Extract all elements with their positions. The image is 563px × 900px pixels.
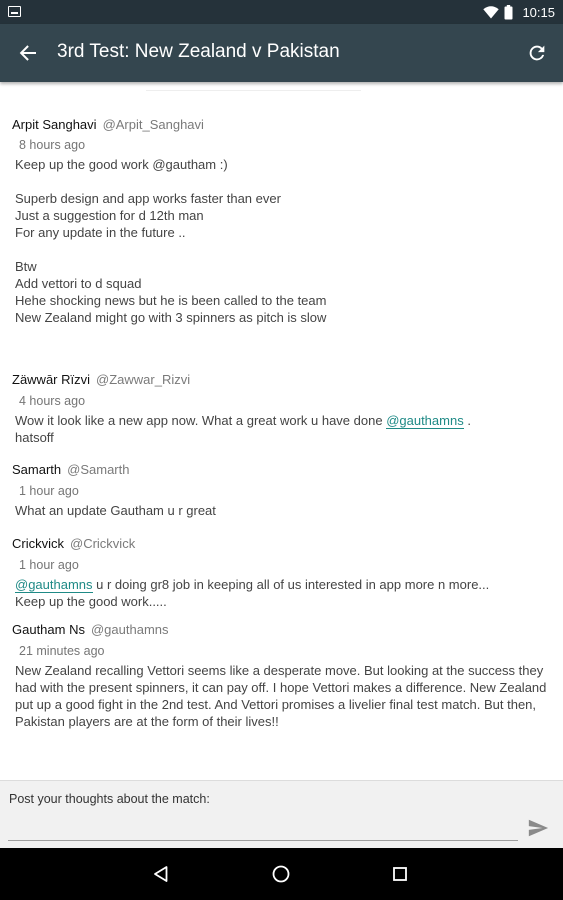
comment-handle[interactable]: @Arpit_Sanghavi [103, 117, 204, 132]
comment-body: @gauthamns u r doing gr8 job in keeping … [15, 576, 549, 610]
send-icon [528, 819, 549, 837]
comment-body: Keep up the good work @gautham :) Superb… [15, 157, 327, 325]
nav-home-button[interactable] [268, 861, 294, 887]
mention-link[interactable]: @gauthamns [386, 413, 464, 429]
battery-icon [504, 4, 513, 19]
comment-composer: Post your thoughts about the match: [0, 780, 563, 848]
comment-item: Zäwwār Rïzvi @Zawwar_Rizvi 4 hours ago W… [12, 326, 549, 446]
comment-item: Samarth @Samarth 1 hour ago What an upda… [12, 446, 549, 519]
comment-time: 1 hour ago [19, 484, 79, 498]
page-title: 3rd Test: New Zealand v Pakistan [57, 41, 340, 62]
comment-author[interactable]: Gautham Ns [12, 622, 85, 637]
comment-handle[interactable]: @gauthamns [91, 622, 169, 637]
comment-header: Arpit Sanghavi @Arpit_Sanghavi [12, 117, 549, 132]
comment-time: 4 hours ago [19, 394, 86, 408]
comment-body: Wow it look like a new app now. What a g… [15, 412, 549, 446]
triangle-back-icon [154, 866, 168, 882]
comment-handle[interactable]: @Zawwar_Rizvi [96, 372, 190, 387]
comment-time: 21 minutes ago [19, 644, 105, 658]
comment-handle[interactable]: @Crickvick [70, 536, 135, 551]
comment-author[interactable]: Crickvick [12, 536, 64, 551]
mention-link[interactable]: @gauthamns [15, 577, 93, 593]
comment-handle[interactable]: @Samarth [67, 462, 129, 477]
comment-body: New Zealand recalling Vettori seems like… [15, 663, 551, 729]
comment-time: 1 hour ago [19, 558, 79, 572]
composer-label: Post your thoughts about the match: [9, 792, 210, 806]
status-time: 10:15 [522, 4, 555, 20]
app-bar: 3rd Test: New Zealand v Pakistan [0, 24, 563, 82]
arrow-back-icon [19, 45, 36, 61]
previous-comment-fragment [146, 82, 362, 91]
comment-time: 8 hours ago [19, 138, 86, 152]
screen-notification-icon [8, 6, 21, 17]
comment-header: Samarth @Samarth [12, 462, 549, 477]
comment-header: Zäwwār Rïzvi @Zawwar_Rizvi [12, 372, 549, 387]
system-navigation-bar [0, 848, 563, 900]
wifi-icon [483, 5, 500, 19]
comment-text: Wow it look like a new app now. What a g… [15, 413, 387, 428]
square-recents-icon [393, 867, 407, 881]
comment-feed[interactable]: Arpit Sanghavi @Arpit_Sanghavi 8 hours a… [0, 82, 563, 780]
comment-header: Gautham Ns @gauthamns [12, 622, 549, 637]
send-button[interactable] [527, 817, 551, 841]
status-icons: 10:15 [483, 3, 555, 21]
comment-item: Gautham Ns @gauthamns 21 minutes ago New… [12, 610, 549, 730]
comment-item: Crickvick @Crickvick 1 hour ago @gautham… [12, 519, 549, 610]
comment-input[interactable] [8, 811, 518, 841]
nav-recents-button[interactable] [387, 861, 413, 887]
back-button[interactable] [12, 37, 44, 69]
refresh-button[interactable] [521, 37, 553, 69]
comment-body: What an update Gautham u r great [15, 503, 216, 518]
comment-author[interactable]: Arpit Sanghavi [12, 117, 97, 132]
comment-author[interactable]: Zäwwār Rïzvi [12, 372, 90, 387]
status-bar: 10:15 [0, 0, 563, 24]
comment-item: Arpit Sanghavi @Arpit_Sanghavi 8 hours a… [12, 91, 549, 326]
refresh-icon [529, 45, 545, 61]
circle-home-icon [272, 865, 290, 883]
nav-back-button[interactable] [148, 861, 174, 887]
comment-author[interactable]: Samarth [12, 462, 61, 477]
comment-header: Crickvick @Crickvick [12, 536, 549, 551]
